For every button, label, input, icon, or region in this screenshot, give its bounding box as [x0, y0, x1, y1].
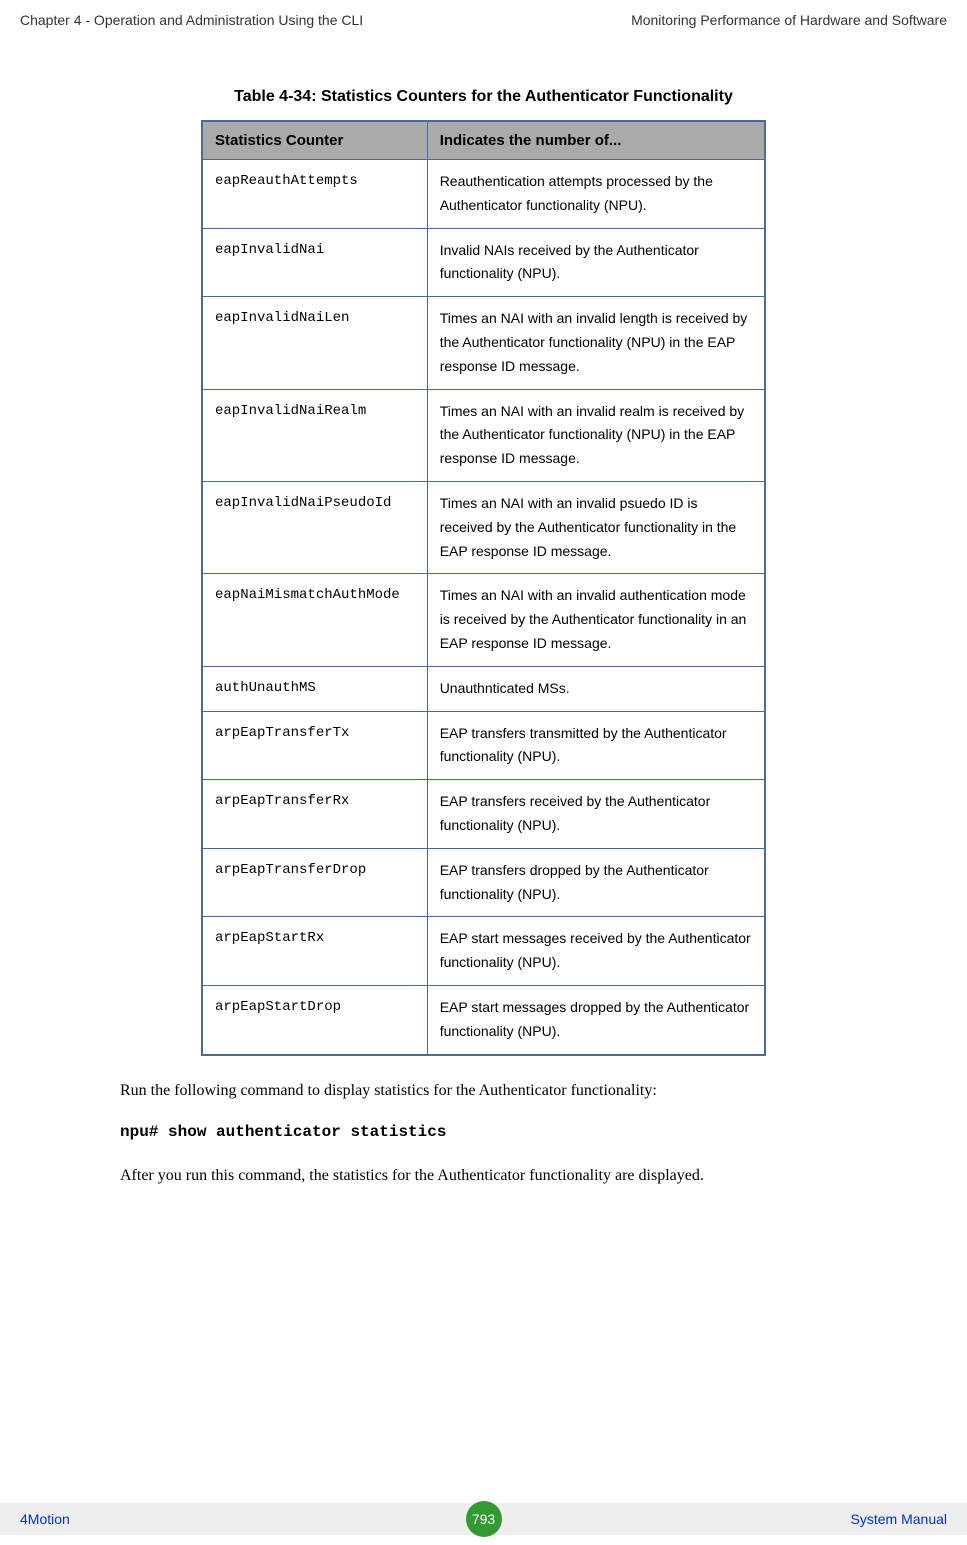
- table-row: arpEapTransferRx EAP transfers received …: [202, 780, 765, 849]
- counter-name-cell: eapInvalidNaiRealm: [202, 389, 427, 481]
- page-footer: 4Motion 793 System Manual: [0, 1503, 967, 1535]
- header-left-text: Chapter 4 - Operation and Administration…: [20, 12, 363, 28]
- counter-desc-cell: Times an NAI with an invalid length is r…: [427, 297, 765, 389]
- footer-center: 793: [466, 1501, 502, 1537]
- counter-desc-cell: EAP start messages received by the Authe…: [427, 917, 765, 986]
- counter-desc-cell: EAP start messages dropped by the Authen…: [427, 985, 765, 1054]
- counter-desc-cell: EAP transfers dropped by the Authenticat…: [427, 848, 765, 917]
- table-row: eapNaiMismatchAuthMode Times an NAI with…: [202, 574, 765, 666]
- command-line: npu# show authenticator statistics: [120, 1123, 847, 1141]
- counter-name-cell: arpEapStartDrop: [202, 985, 427, 1054]
- counter-name-cell: eapReauthAttempts: [202, 160, 427, 229]
- counter-name-cell: authUnauthMS: [202, 666, 427, 711]
- counter-desc-cell: Times an NAI with an invalid authenticat…: [427, 574, 765, 666]
- table-header-desc: Indicates the number of...: [427, 121, 765, 160]
- counter-desc-cell: Times an NAI with an invalid realm is re…: [427, 389, 765, 481]
- counter-desc-cell: Unauthnticated MSs.: [427, 666, 765, 711]
- table-row: eapReauthAttempts Reauthentication attem…: [202, 160, 765, 229]
- page-header: Chapter 4 - Operation and Administration…: [0, 0, 967, 28]
- counter-name-cell: eapInvalidNaiLen: [202, 297, 427, 389]
- counter-desc-cell: Times an NAI with an invalid psuedo ID i…: [427, 481, 765, 573]
- counter-name-cell: arpEapTransferDrop: [202, 848, 427, 917]
- table-row: eapInvalidNaiLen Times an NAI with an in…: [202, 297, 765, 389]
- table-row: eapInvalidNaiPseudoId Times an NAI with …: [202, 481, 765, 573]
- table-row: arpEapTransferTx EAP transfers transmitt…: [202, 711, 765, 780]
- statistics-table: Statistics Counter Indicates the number …: [201, 120, 766, 1056]
- counter-name-cell: eapInvalidNaiPseudoId: [202, 481, 427, 573]
- counter-name-cell: arpEapStartRx: [202, 917, 427, 986]
- body-paragraph-2: After you run this command, the statisti…: [120, 1163, 847, 1189]
- table-row: arpEapStartRx EAP start messages receive…: [202, 917, 765, 986]
- table-row: eapInvalidNai Invalid NAIs received by t…: [202, 228, 765, 297]
- counter-name-cell: eapNaiMismatchAuthMode: [202, 574, 427, 666]
- body-paragraph-1: Run the following command to display sta…: [120, 1078, 847, 1104]
- table-header-row: Statistics Counter Indicates the number …: [202, 121, 765, 160]
- counter-desc-cell: Reauthentication attempts processed by t…: [427, 160, 765, 229]
- counter-name-cell: arpEapTransferTx: [202, 711, 427, 780]
- counter-name-cell: eapInvalidNai: [202, 228, 427, 297]
- table-header-counter: Statistics Counter: [202, 121, 427, 160]
- page-content: Table 4-34: Statistics Counters for the …: [0, 28, 967, 1189]
- table-row: authUnauthMS Unauthnticated MSs.: [202, 666, 765, 711]
- page-number-badge: 793: [466, 1501, 502, 1537]
- counter-desc-cell: EAP transfers received by the Authentica…: [427, 780, 765, 849]
- counter-name-cell: arpEapTransferRx: [202, 780, 427, 849]
- table-row: arpEapStartDrop EAP start messages dropp…: [202, 985, 765, 1054]
- footer-left-text: 4Motion: [20, 1511, 70, 1527]
- counter-desc-cell: Invalid NAIs received by the Authenticat…: [427, 228, 765, 297]
- table-row: arpEapTransferDrop EAP transfers dropped…: [202, 848, 765, 917]
- table-row: eapInvalidNaiRealm Times an NAI with an …: [202, 389, 765, 481]
- footer-right-text: System Manual: [851, 1511, 947, 1527]
- header-right-text: Monitoring Performance of Hardware and S…: [631, 12, 947, 28]
- table-caption: Table 4-34: Statistics Counters for the …: [120, 88, 847, 106]
- counter-desc-cell: EAP transfers transmitted by the Authent…: [427, 711, 765, 780]
